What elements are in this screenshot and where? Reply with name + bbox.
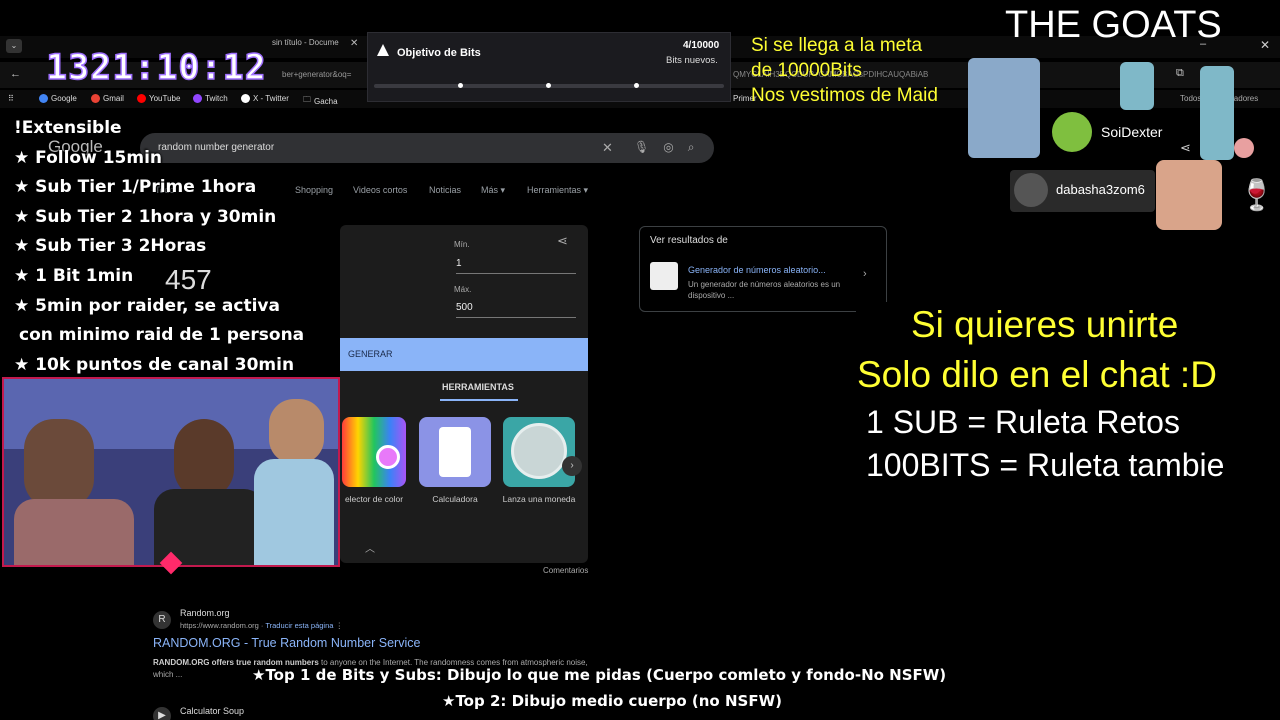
prize-line: ★Top 1 de Bits y Subs: Dibujo lo que me … (252, 666, 947, 684)
search-icon[interactable]: ⌕ (688, 140, 695, 155)
bits-goal-subtitle: Bits nuevos. (666, 55, 718, 66)
folder-icon: 🗀 (303, 95, 311, 104)
subathon-timer: 1321:10:12 (45, 47, 267, 89)
youtube-icon (137, 94, 146, 103)
tab-herramientas[interactable]: Herramientas ▾ (527, 185, 588, 196)
url-text: ber+generator&oq= (282, 70, 352, 79)
bookmark-x-twitter[interactable]: X - Twitter (241, 94, 289, 103)
person-figure (24, 419, 94, 509)
google-icon (39, 94, 48, 103)
site-favicon: R (153, 611, 171, 629)
tab-videos-cortos[interactable]: Videos cortos (353, 185, 407, 195)
clear-search-icon[interactable]: ✕ (602, 140, 613, 156)
milestone-marker (634, 83, 639, 88)
member-avatar (1052, 112, 1092, 152)
close-tab-icon[interactable]: ✕ (350, 38, 358, 49)
wine-glass-icon: 🍷 (1238, 179, 1276, 212)
back-icon[interactable]: ← (10, 68, 21, 80)
bookmark-google[interactable]: Google (39, 94, 77, 103)
color-picker-icon (376, 445, 400, 469)
avatar (1234, 138, 1254, 158)
milestone-marker (546, 83, 551, 88)
bookmark-youtube[interactable]: YouTube (137, 94, 180, 103)
browser-tab[interactable]: sin título - Docume (272, 38, 339, 47)
tool-label: Calculadora (432, 494, 478, 504)
lens-icon[interactable]: ◎ (663, 140, 673, 155)
coin-flip-tool[interactable] (503, 417, 575, 487)
min-label: Mín. (454, 240, 470, 249)
person-figure (254, 459, 334, 565)
close-window-icon[interactable]: ✕ (1260, 38, 1270, 52)
see-results-title: Ver resultados de (650, 235, 728, 246)
share-icon[interactable]: ⋖ (557, 233, 568, 249)
tab-noticias[interactable]: Noticias (429, 185, 461, 195)
extensions-icon[interactable]: ⧉ (1176, 67, 1184, 80)
site-favicon: ▶ (153, 707, 171, 720)
tab-list-button[interactable]: ⌄ (6, 39, 22, 53)
max-input[interactable]: 500 (456, 302, 576, 318)
bookmark-gacha[interactable]: 🗀 Gacha (303, 94, 338, 108)
tools-tab-underline (440, 399, 518, 401)
member-avatar (1014, 173, 1048, 207)
color-picker-tool[interactable] (342, 417, 406, 487)
result-url: https://www.random.org · Traducir esta p… (180, 621, 344, 630)
webcam-feed (2, 377, 340, 567)
collapse-icon[interactable]: ︿ (365, 540, 375, 555)
feedback-link[interactable]: Comentarios (543, 566, 588, 575)
tools-next-button[interactable]: › (562, 456, 582, 476)
chibi-character-art (1120, 62, 1154, 110)
generate-button[interactable]: GENERAR (340, 338, 588, 371)
bits-icon (377, 44, 389, 56)
prize-line: ★Top 2: Dibujo medio cuerpo (no NSFW) (442, 692, 782, 710)
sticker-art (1156, 160, 1222, 230)
result-site-name[interactable]: Random.org (180, 608, 230, 618)
see-results-link[interactable]: Generador de números aleatorio... (688, 265, 826, 275)
coin-icon (511, 423, 567, 479)
apps-icon[interactable]: ⠿ (8, 94, 14, 103)
calculator-tool[interactable] (419, 417, 491, 487)
join-line: Si quieres unirte (911, 304, 1179, 345)
chibi-character-art (1200, 66, 1234, 160)
join-line: Solo dilo en el chat :D (857, 354, 1217, 395)
gmail-icon (91, 94, 100, 103)
person-figure (174, 419, 234, 499)
roulette-rule: 100BITS = Ruleta tambie (866, 447, 1225, 483)
tool-label: elector de color (344, 494, 404, 504)
bits-goal-count: 4/10000 (683, 40, 720, 51)
calculator-icon (439, 427, 471, 477)
roulette-rule: 1 SUB = Ruleta Retos (866, 404, 1180, 440)
tab-mas[interactable]: Más ▾ (481, 185, 505, 196)
x-icon (241, 94, 250, 103)
bits-goal-widget (367, 32, 731, 102)
result-title-link[interactable]: RANDOM.ORG - True Random Number Service (153, 636, 420, 650)
result-thumbnail (650, 262, 678, 290)
person-figure (269, 399, 324, 464)
milestone-marker (458, 83, 463, 88)
member-name: SoiDexter (1101, 124, 1163, 140)
member-name: dabasha3zom6 (1056, 182, 1145, 197)
person-figure (14, 499, 134, 565)
team-title: THE GOATS (1005, 4, 1222, 46)
rng-panel (340, 225, 588, 563)
see-results-desc: Un generador de números aleatorios es un… (688, 280, 841, 300)
tool-label: Lanza una moneda (502, 494, 576, 504)
result-site-name[interactable]: Calculator Soup (180, 706, 244, 716)
max-label: Máx. (454, 285, 472, 294)
twitch-icon (193, 94, 202, 103)
chevron-right-icon[interactable]: › (863, 268, 867, 280)
bookmark-twitch[interactable]: Twitch (193, 94, 228, 103)
goal-text: Si se llega a la meta de 10000Bits Nos v… (751, 35, 938, 106)
anime-character-art (968, 58, 1040, 158)
min-input[interactable]: 1 (456, 258, 576, 274)
bookmark-gmail[interactable]: Gmail (91, 94, 124, 103)
translate-link[interactable]: Traducir esta página (265, 621, 333, 630)
share-icon: ⋖ (1180, 140, 1191, 155)
microphone-icon[interactable]: 🎙 (634, 140, 649, 155)
tools-tab[interactable]: HERRAMIENTAS (442, 382, 514, 392)
timer-rules: !Extensible ★ Follow 15min ★ Sub Tier 1/… (14, 118, 305, 375)
bits-goal-title: Objetivo de Bits (397, 47, 481, 59)
